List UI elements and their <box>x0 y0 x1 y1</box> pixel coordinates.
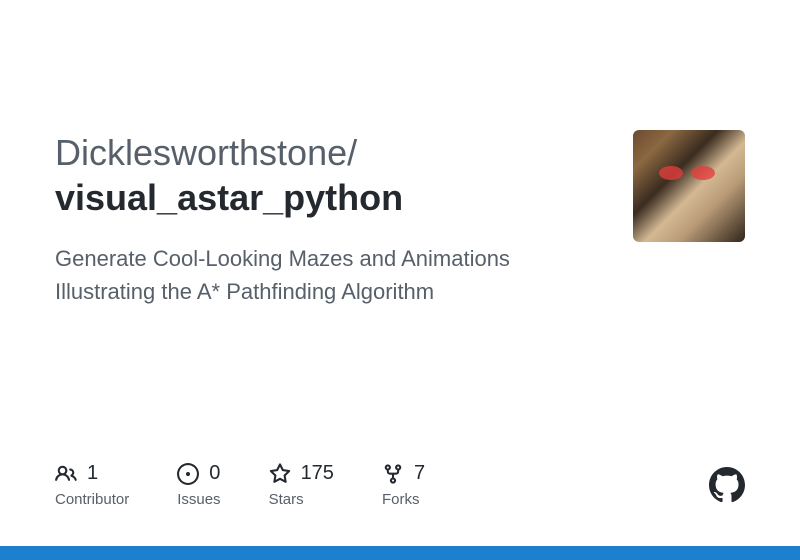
repo-title[interactable]: Dicklesworthstone/ visual_astar_python <box>55 130 609 220</box>
repo-description: Generate Cool-Looking Mazes and Animatio… <box>55 242 575 308</box>
stat-issues-value: 0 <box>209 462 220 485</box>
avatar[interactable] <box>633 130 745 242</box>
stat-forks-label: Forks <box>382 491 425 508</box>
fork-icon <box>382 463 404 485</box>
github-logo-icon[interactable] <box>709 467 745 508</box>
repo-name: visual_astar_python <box>55 177 403 218</box>
stat-forks-value: 7 <box>414 462 425 485</box>
issue-icon <box>177 463 199 485</box>
stat-stars-label: Stars <box>269 491 334 508</box>
stat-stars-value: 175 <box>301 462 334 485</box>
stat-contributors-value: 1 <box>87 462 98 485</box>
stat-issues-label: Issues <box>177 491 220 508</box>
stats-row: 1 Contributor 0 Issues 175 Stars 7 Forks <box>55 462 425 508</box>
star-icon <box>269 463 291 485</box>
stat-contributors-label: Contributor <box>55 491 129 508</box>
people-icon <box>55 463 77 485</box>
stat-forks[interactable]: 7 Forks <box>382 462 425 508</box>
repo-owner: Dicklesworthstone <box>55 132 347 173</box>
stat-stars[interactable]: 175 Stars <box>269 462 334 508</box>
owner-slash: / <box>347 132 357 173</box>
stat-contributors[interactable]: 1 Contributor <box>55 462 129 508</box>
accent-bar <box>0 546 800 560</box>
stat-issues[interactable]: 0 Issues <box>177 462 220 508</box>
